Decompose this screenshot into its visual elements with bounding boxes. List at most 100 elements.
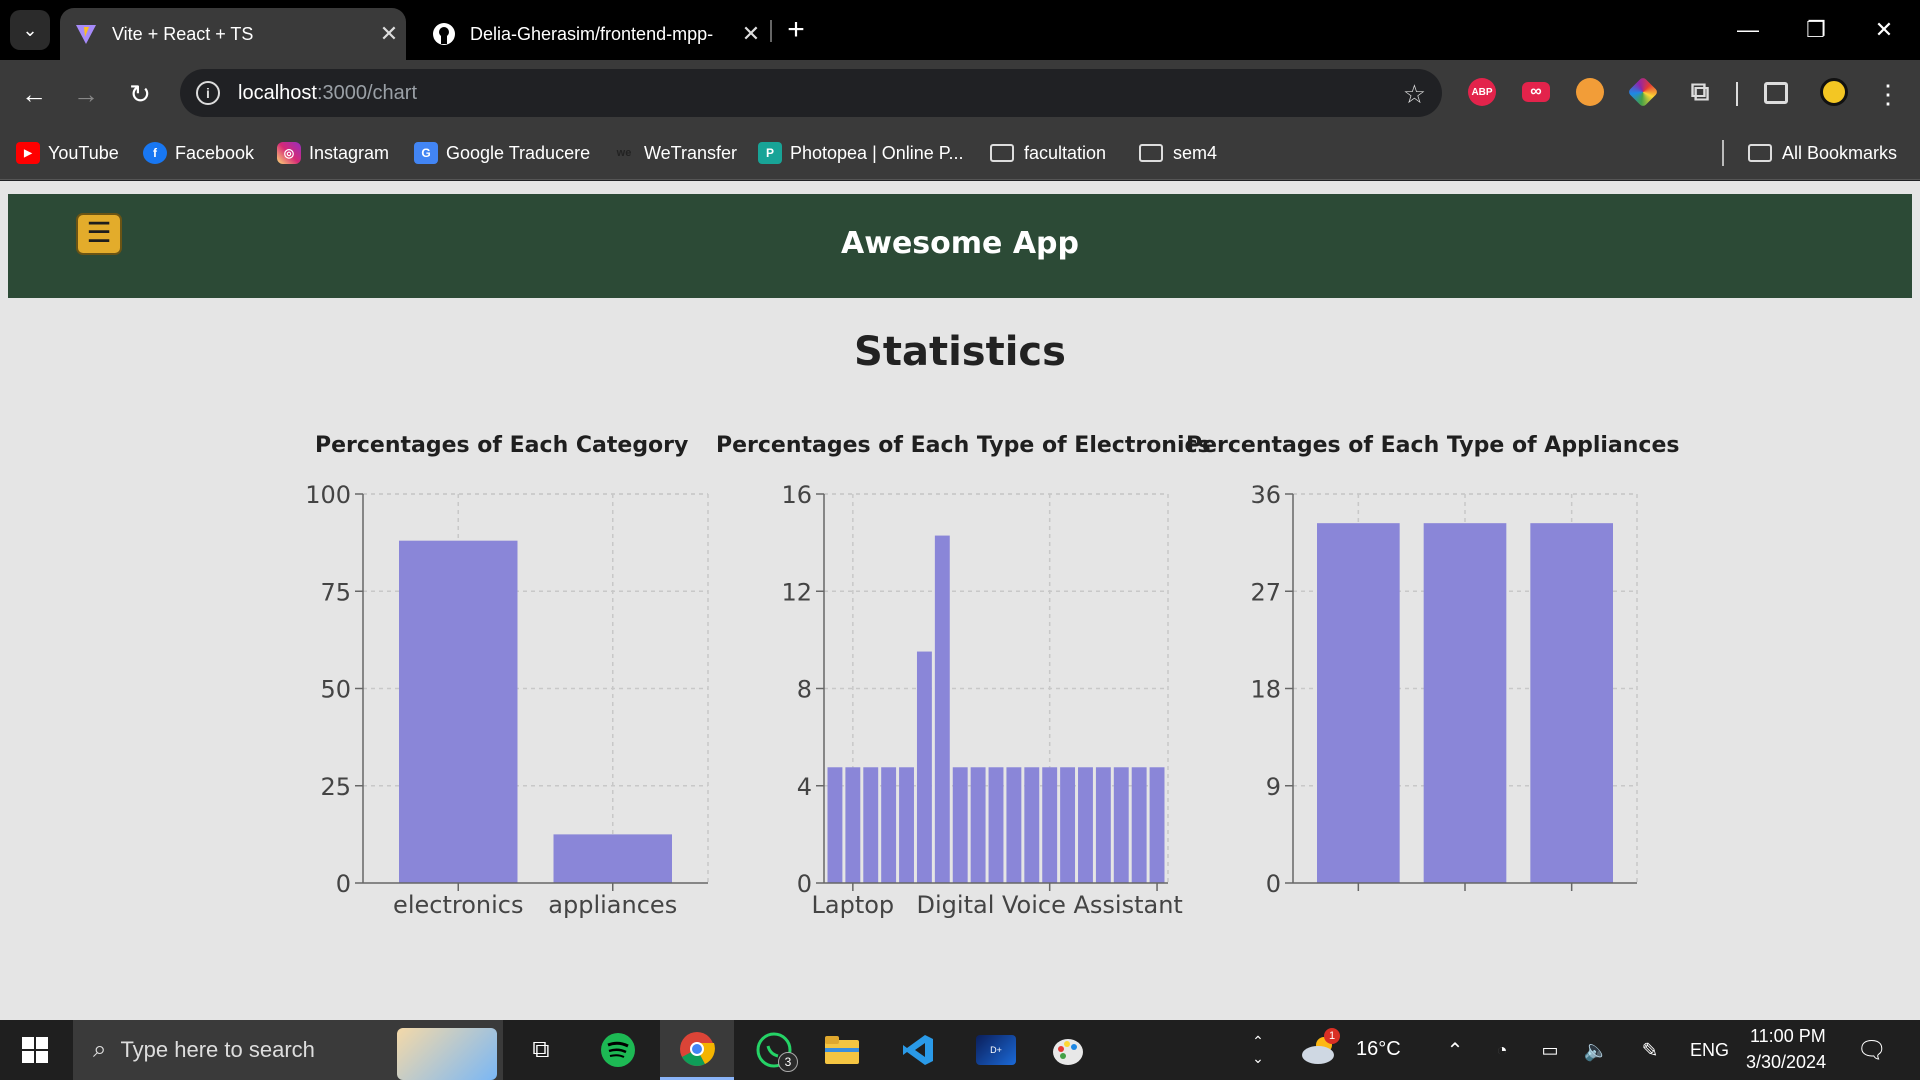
tab-search-button[interactable]: ⌄ — [10, 10, 50, 50]
bookmark-star-icon[interactable]: ☆ — [1403, 79, 1426, 110]
bookmark-label: facultation — [1024, 142, 1107, 163]
chart-bar — [1095, 767, 1111, 883]
spotify-icon[interactable] — [590, 1020, 646, 1080]
battery-icon[interactable]: ▭ — [1534, 1020, 1566, 1080]
whatsapp-icon[interactable]: 3 — [744, 1020, 804, 1080]
chart-bar — [1113, 767, 1129, 883]
wetransfer-icon: we — [616, 147, 632, 159]
windows-start-button[interactable] — [0, 1020, 70, 1080]
photopea-icon: P — [758, 142, 782, 164]
bookmark-google-traducere[interactable]: G Google Traducere — [414, 138, 590, 168]
url-text: localhost:3000/chart — [238, 82, 417, 105]
search-highlight-image — [397, 1028, 497, 1080]
restore-button[interactable]: ❐ — [1786, 10, 1846, 50]
chart-bar — [827, 767, 843, 883]
chart-bar — [934, 535, 950, 883]
disney-plus-icon[interactable]: D+ — [966, 1020, 1026, 1080]
bookmark-label: WeTransfer — [644, 142, 738, 163]
google-translate-icon: G — [414, 142, 438, 164]
monkey-extension-icon[interactable] — [1576, 78, 1604, 106]
browser-tab-bar: ⌄ Vite + React + TS ✕ Delia-Gherasim/fro… — [0, 0, 1920, 60]
chart-bar — [553, 834, 672, 883]
bookmark-wetransfer[interactable]: we WeTransfer — [612, 138, 737, 168]
close-window-button[interactable]: ✕ — [1854, 10, 1914, 50]
folder-icon — [990, 144, 1014, 162]
github-icon — [432, 22, 456, 46]
tab-github[interactable]: Delia-Gherasim/frontend-mpp- ✕ — [418, 8, 768, 60]
profile-avatar[interactable] — [1820, 78, 1848, 106]
y-tick-label: 75 — [320, 578, 351, 606]
weather-temperature[interactable]: 16°C — [1356, 1038, 1401, 1061]
chart-bar — [1060, 767, 1076, 883]
bookmarks-bar: ▶ YouTube f Facebook ◎ Instagram G Googl… — [0, 126, 1920, 180]
chevron-up-icon[interactable]: ⌃ — [1440, 1020, 1470, 1080]
arrow-right-icon: → — [73, 78, 99, 109]
taskbar-search[interactable]: ⌕ Type here to search — [73, 1020, 503, 1080]
all-bookmarks-button[interactable]: All Bookmarks — [1748, 138, 1897, 168]
extensions-puzzle-icon[interactable]: ⧉ — [1686, 76, 1714, 106]
paint-icon[interactable] — [1040, 1020, 1096, 1080]
url-host: localhost — [238, 81, 317, 104]
y-tick-label: 18 — [1250, 676, 1281, 704]
chart-bar — [916, 651, 932, 883]
color-picker-icon[interactable] — [1627, 76, 1659, 108]
notifications-icon[interactable]: 🗨 — [1852, 1020, 1892, 1080]
bookmark-facebook[interactable]: f Facebook — [143, 138, 254, 168]
page-viewport: ☰ Awesome App Statistics Percentages of … — [0, 181, 1920, 1020]
chart-bar — [863, 767, 879, 883]
y-tick-label: 0 — [797, 870, 812, 898]
bookmark-folder-facultation[interactable]: facultation — [990, 138, 1106, 168]
close-icon[interactable]: ✕ — [372, 21, 406, 47]
overflow-arrows-icon[interactable]: ⌃ ⌄ — [1246, 1020, 1270, 1080]
facebook-icon: f — [143, 142, 167, 164]
tab-vite[interactable]: Vite + React + TS ✕ — [60, 8, 406, 60]
bookmark-youtube[interactable]: ▶ YouTube — [16, 138, 119, 168]
bookmark-label: Instagram — [309, 142, 390, 163]
y-tick-label: 12 — [781, 578, 812, 606]
clock-date[interactable]: 3/30/2024 — [1746, 1052, 1826, 1073]
chart-bar — [1423, 523, 1507, 883]
bookmark-label: Facebook — [175, 142, 255, 163]
volume-icon[interactable]: 🔈 — [1580, 1020, 1612, 1080]
tab-title: Delia-Gherasim/frontend-mpp- — [470, 23, 714, 44]
bookmark-photopea[interactable]: P Photopea | Online P... — [758, 138, 963, 168]
wifi-icon[interactable]: ◔ — [1486, 1020, 1518, 1080]
side-panel-icon[interactable] — [1764, 82, 1788, 104]
infinity-extension-icon[interactable]: ∞ — [1522, 82, 1550, 102]
back-button[interactable]: ← — [14, 74, 54, 114]
reload-button[interactable]: ↻ — [120, 74, 160, 114]
close-icon[interactable]: ✕ — [734, 21, 768, 47]
chart-bar — [1149, 767, 1165, 883]
y-tick-label: 50 — [320, 676, 351, 704]
bookmark-label: sem4 — [1173, 142, 1218, 163]
weather-badge: 1 — [1324, 1028, 1340, 1044]
pen-icon[interactable]: ✎ — [1634, 1020, 1666, 1080]
chart-bar — [899, 767, 914, 883]
adblock-plus-icon[interactable]: ABP — [1468, 78, 1496, 106]
bookmark-instagram[interactable]: ◎ Instagram — [277, 138, 389, 168]
clock-time[interactable]: 11:00 PM — [1750, 1026, 1826, 1047]
browser-toolbar: ← → ↻ i localhost:3000/chart ☆ ABP ∞ ⧉ ⋮ — [0, 60, 1920, 126]
address-bar[interactable]: i localhost:3000/chart ☆ — [180, 69, 1442, 117]
bookmark-folder-sem4[interactable]: sem4 — [1139, 138, 1217, 168]
site-info-icon[interactable]: i — [196, 81, 220, 105]
y-tick-label: 100 — [305, 481, 351, 509]
y-tick-label: 25 — [320, 773, 351, 801]
new-tab-button[interactable]: + — [780, 12, 812, 48]
file-explorer-icon[interactable] — [814, 1020, 870, 1080]
vscode-icon[interactable] — [890, 1020, 946, 1080]
browser-menu-icon[interactable]: ⋮ — [1868, 74, 1908, 114]
y-tick-label: 9 — [1266, 773, 1281, 801]
folder-icon — [1748, 144, 1772, 162]
chrome-icon[interactable] — [660, 1020, 734, 1080]
forward-button[interactable]: → — [66, 74, 106, 114]
bookmark-label: Google Traducere — [446, 142, 591, 163]
minimize-button[interactable]: — — [1718, 10, 1778, 50]
weather-icon[interactable]: 1 — [1300, 1020, 1340, 1080]
task-view-icon[interactable]: ⧉ — [516, 1020, 566, 1080]
chart-bar — [970, 767, 986, 883]
chart-bar — [952, 767, 968, 883]
y-tick-label: 4 — [797, 773, 812, 801]
language-indicator[interactable]: ENG — [1690, 1040, 1729, 1061]
tab-separator — [770, 20, 772, 42]
